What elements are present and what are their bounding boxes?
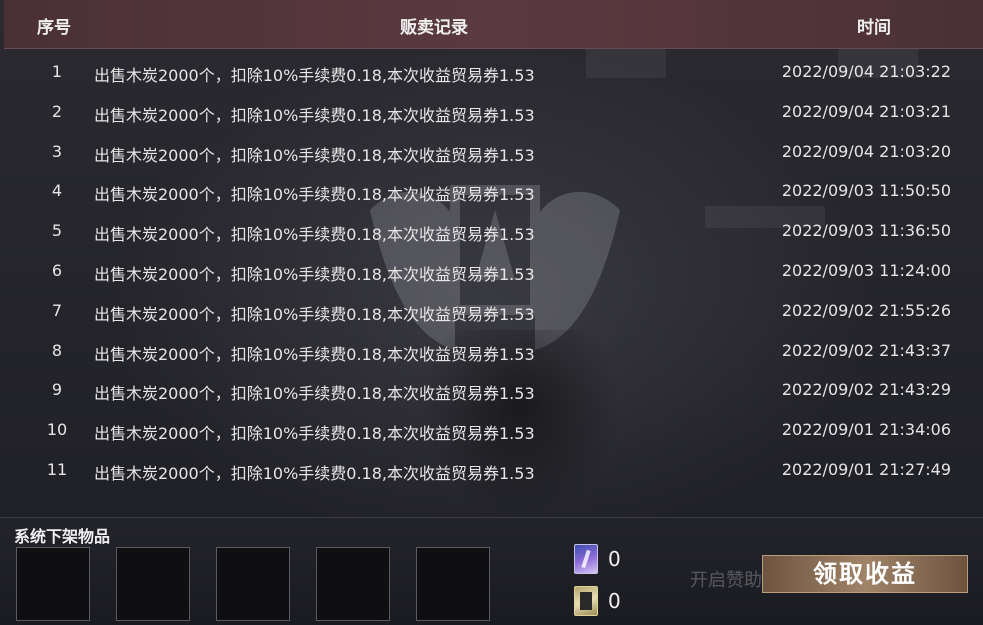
row-time: 2022/09/04 21:03:22 <box>781 62 951 81</box>
row-record: 出售木炭2000个，扣除10%手续费0.18,本次收益贸易券1.53 <box>94 145 535 165</box>
row-index: 11 <box>46 459 68 479</box>
card-value: 0 <box>608 589 621 613</box>
row-record: 出售木炭2000个，扣除10%手续费0.18,本次收益贸易券1.53 <box>94 264 535 284</box>
row-time: 2022/09/03 11:36:50 <box>781 221 951 241</box>
row-record: 出售木炭2000个，扣除10%手续费0.18,本次收益贸易券1.53 <box>94 424 535 444</box>
row-record: 出售木炭2000个，扣除10%手续费0.18,本次收益贸易券1.53 <box>94 185 535 205</box>
row-index: 9 <box>51 380 63 400</box>
row-index: 10 <box>46 420 68 440</box>
row-index: 7 <box>51 300 63 320</box>
row-index: 6 <box>51 260 63 280</box>
background-text: 开启赞助 <box>690 570 762 591</box>
table-row: 4 出售木炭2000个，扣除10%手续费0.18,本次收益贸易券1.53 202… <box>4 171 983 211</box>
table-row: 6 出售木炭2000个，扣除10%手续费0.18,本次收益贸易券1.53 202… <box>4 251 983 291</box>
item-slot[interactable] <box>16 547 90 621</box>
row-record: 出售木炭2000个，扣除10%手续费0.18,本次收益贸易券1.53 <box>94 384 535 404</box>
sales-record-panel: 序号 贩卖记录 时间 1 出售木炭2000个，扣除10%手续费0.18,本次收益… <box>0 0 983 625</box>
row-index: 5 <box>51 221 63 241</box>
row-record: 出售木炭2000个，扣除10%手续费0.18,本次收益贸易券1.53 <box>94 463 535 483</box>
row-index: 1 <box>51 62 63 81</box>
card-count: 0 <box>574 586 621 616</box>
header-index: 序号 <box>37 18 71 38</box>
row-index: 8 <box>51 340 63 360</box>
row-time: 2022/09/02 21:55:26 <box>781 300 951 320</box>
header-sales-record: 贩卖记录 <box>400 18 468 38</box>
table-row: 2 出售木炭2000个，扣除10%手续费0.18,本次收益贸易券1.53 202… <box>4 92 983 132</box>
delisted-items-title: 系统下架物品 <box>14 527 111 546</box>
row-time: 2022/09/03 11:24:00 <box>781 260 951 280</box>
table-row: 7 出售木炭2000个，扣除10%手续费0.18,本次收益贸易券1.53 202… <box>4 291 983 331</box>
row-record: 出售木炭2000个，扣除10%手续费0.18,本次收益贸易券1.53 <box>94 344 535 364</box>
table-row: 1 出售木炭2000个，扣除10%手续费0.18,本次收益贸易券1.53 202… <box>4 52 983 92</box>
table-row: 3 出售木炭2000个，扣除10%手续费0.18,本次收益贸易券1.53 202… <box>4 132 983 172</box>
table-row: 11 出售木炭2000个，扣除10%手续费0.18,本次收益贸易券1.53 20… <box>4 450 983 490</box>
row-time: 2022/09/04 21:03:20 <box>781 141 951 161</box>
item-slot[interactable] <box>316 547 390 621</box>
claim-earnings-button[interactable]: 领取收益 <box>762 555 968 593</box>
row-record: 出售木炭2000个，扣除10%手续费0.18,本次收益贸易券1.53 <box>94 225 535 245</box>
row-time: 2022/09/02 21:43:37 <box>781 340 951 360</box>
row-record: 出售木炭2000个，扣除10%手续费0.18,本次收益贸易券1.53 <box>94 105 535 125</box>
item-slot[interactable] <box>116 547 190 621</box>
header-time: 时间 <box>857 18 891 38</box>
table-row: 10 出售木炭2000个，扣除10%手续费0.18,本次收益贸易券1.53 20… <box>4 410 983 450</box>
card-icon <box>574 586 598 616</box>
table-header: 序号 贩卖记录 时间 <box>4 0 983 49</box>
row-time: 2022/09/01 21:27:49 <box>781 459 951 479</box>
trade-ticket-icon <box>574 544 598 574</box>
row-time: 2022/09/04 21:03:21 <box>781 101 951 121</box>
table-row-partial <box>4 490 983 502</box>
row-record: 出售木炭2000个，扣除10%手续费0.18,本次收益贸易券1.53 <box>94 304 535 324</box>
row-time: 2022/09/02 21:43:29 <box>781 380 951 400</box>
row-time: 2022/09/01 21:34:06 <box>781 420 951 440</box>
item-slot[interactable] <box>216 547 290 621</box>
item-slot[interactable] <box>416 547 490 621</box>
sales-record-list[interactable]: 1 出售木炭2000个，扣除10%手续费0.18,本次收益贸易券1.53 202… <box>4 52 983 502</box>
row-index: 3 <box>51 141 63 161</box>
trade-ticket-count: 0 <box>574 544 621 574</box>
row-time: 2022/09/03 11:50:50 <box>781 181 951 201</box>
trade-ticket-value: 0 <box>608 547 621 571</box>
table-row: 5 出售木炭2000个，扣除10%手续费0.18,本次收益贸易券1.53 202… <box>4 211 983 251</box>
table-row: 8 出售木炭2000个，扣除10%手续费0.18,本次收益贸易券1.53 202… <box>4 331 983 371</box>
row-index: 2 <box>51 101 63 121</box>
row-record: 出售木炭2000个，扣除10%手续费0.18,本次收益贸易券1.53 <box>94 66 535 85</box>
table-row: 9 出售木炭2000个，扣除10%手续费0.18,本次收益贸易券1.53 202… <box>4 370 983 410</box>
row-index: 4 <box>51 181 63 201</box>
